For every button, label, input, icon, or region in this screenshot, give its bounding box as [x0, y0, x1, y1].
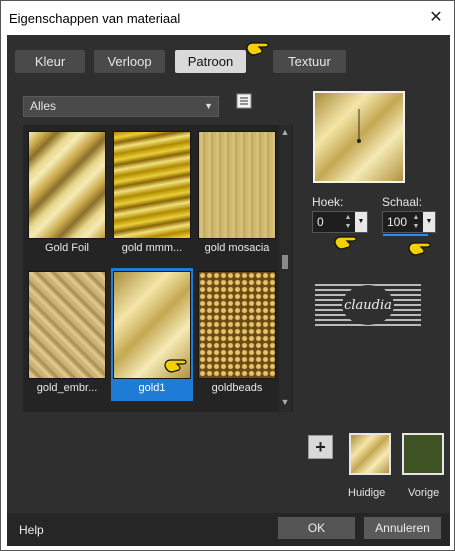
angle-spinbox[interactable]: 0 ▲ ▼ ▼: [312, 211, 368, 233]
pointing-hand-icon: [334, 236, 357, 250]
pattern-preview[interactable]: [313, 91, 405, 183]
pattern-item-gold-mmm[interactable]: gold mmm...: [111, 128, 193, 261]
ok-button[interactable]: OK: [278, 517, 355, 539]
pointing-hand-icon: [164, 359, 187, 373]
chevron-down-icon[interactable]: ▼: [279, 397, 291, 407]
pattern-thumbnail: [198, 131, 276, 239]
previous-swatch[interactable]: [402, 433, 444, 475]
help-button[interactable]: Help: [19, 523, 44, 537]
pattern-label: gold1: [138, 382, 166, 394]
spin-arrows-icon[interactable]: ▲ ▼: [411, 213, 421, 231]
chevron-up-icon[interactable]: ▲: [279, 127, 291, 137]
angle-indicator-icon: [357, 109, 361, 143]
pattern-item-gold-embr[interactable]: gold_embr...: [26, 268, 108, 401]
scale-spinbox[interactable]: 100 ▲ ▼ ▼: [382, 211, 436, 233]
pattern-thumbnail: [198, 271, 276, 379]
previous-swatch-label: Vorige: [408, 487, 440, 499]
scrollbar-thumb[interactable]: [282, 255, 288, 269]
pattern-thumbnail: [113, 131, 191, 239]
category-selected-label: Alles: [30, 99, 57, 113]
chevron-down-icon: ▼: [204, 101, 213, 111]
title-bar: Eigenschappen van materiaal ✕: [2, 2, 454, 34]
gallery-scrollbar[interactable]: ▲ ▼: [279, 125, 291, 412]
category-dropdown[interactable]: Alles ▼: [23, 96, 219, 117]
chevron-down-icon[interactable]: ▼: [355, 212, 367, 232]
pattern-thumbnail: [28, 131, 106, 239]
tab-textuur[interactable]: Textuur: [273, 50, 346, 73]
claudia-logo: claudia: [311, 279, 425, 331]
pattern-label: gold mosacia: [204, 242, 270, 254]
add-to-swatches-button[interactable]: +: [308, 435, 333, 459]
tab-patroon[interactable]: Patroon: [175, 50, 246, 73]
pattern-item-goldbeads[interactable]: goldbeads: [196, 268, 278, 401]
pattern-item-gold-foil[interactable]: Gold Foil: [26, 128, 108, 261]
dialog-footer: Help OK Annuleren: [7, 513, 450, 546]
cancel-button[interactable]: Annuleren: [364, 517, 441, 539]
pointing-hand-icon: [246, 42, 269, 56]
scale-underline: [383, 234, 428, 236]
angle-label: Hoek:: [312, 195, 344, 209]
pointing-hand-icon: [408, 242, 431, 256]
close-icon[interactable]: ✕: [426, 8, 446, 28]
pattern-label: goldbeads: [211, 382, 263, 394]
pattern-gallery: Gold Foil gold mmm... gold mosacia gold_…: [23, 125, 293, 412]
tab-kleur[interactable]: Kleur: [15, 50, 85, 73]
pattern-thumbnail: [28, 271, 106, 379]
pattern-label: Gold Foil: [44, 242, 90, 254]
window-title: Eigenschappen van materiaal: [9, 11, 181, 26]
scale-value: 100: [387, 215, 408, 229]
chevron-down-icon[interactable]: ▼: [423, 212, 435, 232]
current-swatch-label: Huidige: [348, 487, 386, 499]
list-view-icon[interactable]: [236, 93, 252, 109]
logo-text: claudia: [344, 298, 392, 313]
current-swatch[interactable]: [349, 433, 391, 475]
pattern-label: gold mmm...: [121, 242, 183, 254]
pattern-item-gold-mosacia[interactable]: gold mosacia: [196, 128, 278, 261]
pattern-item-gold1[interactable]: gold1: [111, 268, 193, 401]
dialog-body: Kleur Verloop Patroon Textuur Alles ▼ Go…: [7, 35, 450, 546]
tab-verloop[interactable]: Verloop: [94, 50, 165, 73]
spin-arrows-icon[interactable]: ▲ ▼: [343, 213, 353, 231]
scale-label: Schaal:: [382, 195, 423, 209]
pattern-label: gold_embr...: [36, 382, 98, 394]
dialog-window: Eigenschappen van materiaal ✕ Kleur Verl…: [0, 0, 455, 551]
angle-value: 0: [317, 215, 324, 229]
